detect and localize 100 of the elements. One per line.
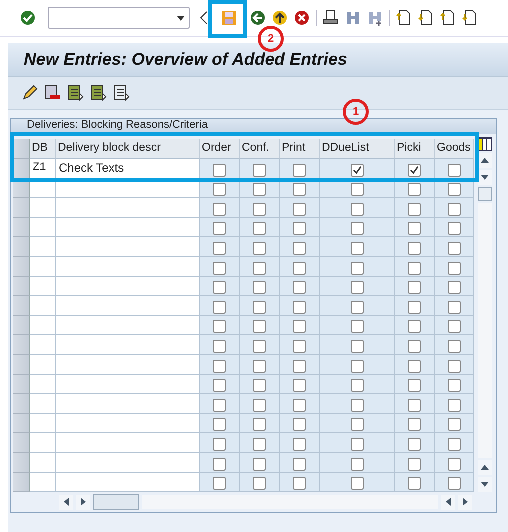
checkbox[interactable] (213, 379, 226, 392)
table-cell[interactable] (30, 296, 56, 316)
table-cell[interactable] (56, 374, 200, 394)
checkbox[interactable] (408, 477, 421, 490)
binoculars-icon[interactable] (345, 10, 361, 26)
binoculars-plus-icon[interactable] (367, 10, 383, 26)
row-selector[interactable] (13, 237, 30, 257)
checkbox[interactable] (293, 438, 306, 451)
checkbox[interactable] (350, 262, 364, 275)
checkbox[interactable] (253, 262, 266, 275)
checkbox[interactable] (408, 398, 421, 412)
table-cell[interactable] (56, 414, 200, 434)
table-cell[interactable] (30, 394, 56, 414)
delete-row-icon[interactable] (45, 85, 61, 101)
checkbox[interactable] (293, 398, 306, 412)
row-selector[interactable] (13, 296, 30, 316)
row-selector[interactable] (13, 354, 30, 375)
checkbox[interactable] (448, 183, 460, 196)
checkbox[interactable] (408, 222, 421, 236)
table-cell[interactable] (56, 394, 200, 414)
check-icon[interactable] (20, 10, 36, 26)
checkbox[interactable] (253, 418, 266, 432)
checkbox[interactable] (448, 164, 460, 177)
back-icon[interactable] (250, 10, 266, 26)
checkbox[interactable] (350, 222, 364, 236)
row-selector[interactable] (13, 218, 30, 238)
checkbox[interactable] (213, 418, 226, 432)
scroll-up-button[interactable] (478, 460, 492, 476)
checkbox[interactable] (213, 360, 226, 373)
checkbox[interactable] (293, 418, 306, 432)
column-header[interactable]: DDueList (320, 139, 395, 159)
checkbox[interactable] (213, 242, 226, 255)
scroll-left-button[interactable] (441, 494, 455, 510)
checkbox[interactable] (350, 242, 364, 255)
checkbox[interactable] (448, 360, 460, 373)
row-selector[interactable] (13, 433, 30, 453)
checkbox[interactable] (350, 398, 364, 412)
checkbox[interactable] (253, 320, 266, 334)
column-header[interactable]: DB (30, 139, 56, 159)
checkbox[interactable] (408, 242, 421, 255)
select-all-button[interactable] (13, 139, 30, 159)
cancel-icon[interactable] (294, 10, 310, 26)
checkbox[interactable] (408, 379, 421, 392)
scroll-right-button[interactable] (458, 494, 472, 510)
checkbox[interactable] (293, 183, 306, 196)
table-cell[interactable] (30, 256, 56, 277)
print-icon[interactable] (323, 10, 339, 26)
table-cell[interactable] (30, 452, 56, 472)
checkbox[interactable] (448, 379, 460, 392)
column-header[interactable]: Picki (395, 139, 435, 159)
checkbox[interactable] (253, 242, 266, 255)
checkbox[interactable] (448, 222, 460, 236)
checkbox[interactable] (293, 281, 306, 294)
checkbox[interactable] (448, 477, 460, 490)
checkbox[interactable] (350, 202, 364, 216)
checkbox[interactable] (253, 281, 266, 294)
scroll-left-button[interactable] (59, 494, 73, 510)
checkbox[interactable] (293, 340, 306, 353)
checkbox[interactable] (253, 340, 266, 353)
checkbox[interactable] (448, 262, 460, 275)
checkbox[interactable] (293, 300, 306, 314)
table-cell[interactable]: Check Texts (56, 159, 200, 179)
checkbox[interactable] (408, 281, 421, 294)
checkbox[interactable] (213, 281, 226, 294)
checkbox[interactable] (293, 360, 306, 373)
save-icon[interactable] (221, 10, 237, 26)
checkbox[interactable] (408, 340, 421, 353)
row-selector[interactable] (13, 374, 30, 394)
table-cell[interactable] (30, 276, 56, 296)
checkbox[interactable] (213, 222, 226, 236)
checkbox[interactable] (350, 300, 364, 314)
table-cell[interactable]: Z1 (30, 159, 56, 179)
checkbox[interactable] (213, 340, 226, 353)
table-cell[interactable] (56, 237, 200, 257)
checkbox[interactable] (213, 398, 226, 412)
table-cell[interactable] (56, 198, 200, 218)
checkbox[interactable] (448, 340, 460, 353)
checkbox[interactable] (213, 458, 226, 470)
table-cell[interactable] (56, 354, 200, 375)
checkbox[interactable] (213, 164, 226, 177)
table-cell[interactable] (30, 316, 56, 336)
column-header[interactable]: Order (200, 139, 240, 159)
checkbox[interactable] (350, 418, 364, 432)
checkbox[interactable] (253, 300, 266, 314)
checkbox[interactable] (253, 379, 266, 392)
page-icon[interactable] (396, 10, 412, 26)
table-cell[interactable] (56, 335, 200, 355)
table-cell[interactable] (30, 414, 56, 434)
checkbox[interactable] (293, 320, 306, 334)
table-cell[interactable] (56, 433, 200, 453)
table-cell[interactable] (30, 218, 56, 238)
checkbox[interactable] (448, 418, 460, 432)
checkbox[interactable] (253, 398, 266, 412)
table-cell[interactable] (30, 433, 56, 453)
row-selector[interactable] (13, 452, 30, 472)
up-arrow-icon[interactable] (272, 10, 288, 26)
checkbox[interactable] (408, 202, 421, 216)
checkbox[interactable] (408, 300, 421, 314)
document-icon[interactable] (91, 85, 107, 101)
checkbox[interactable] (448, 281, 460, 294)
